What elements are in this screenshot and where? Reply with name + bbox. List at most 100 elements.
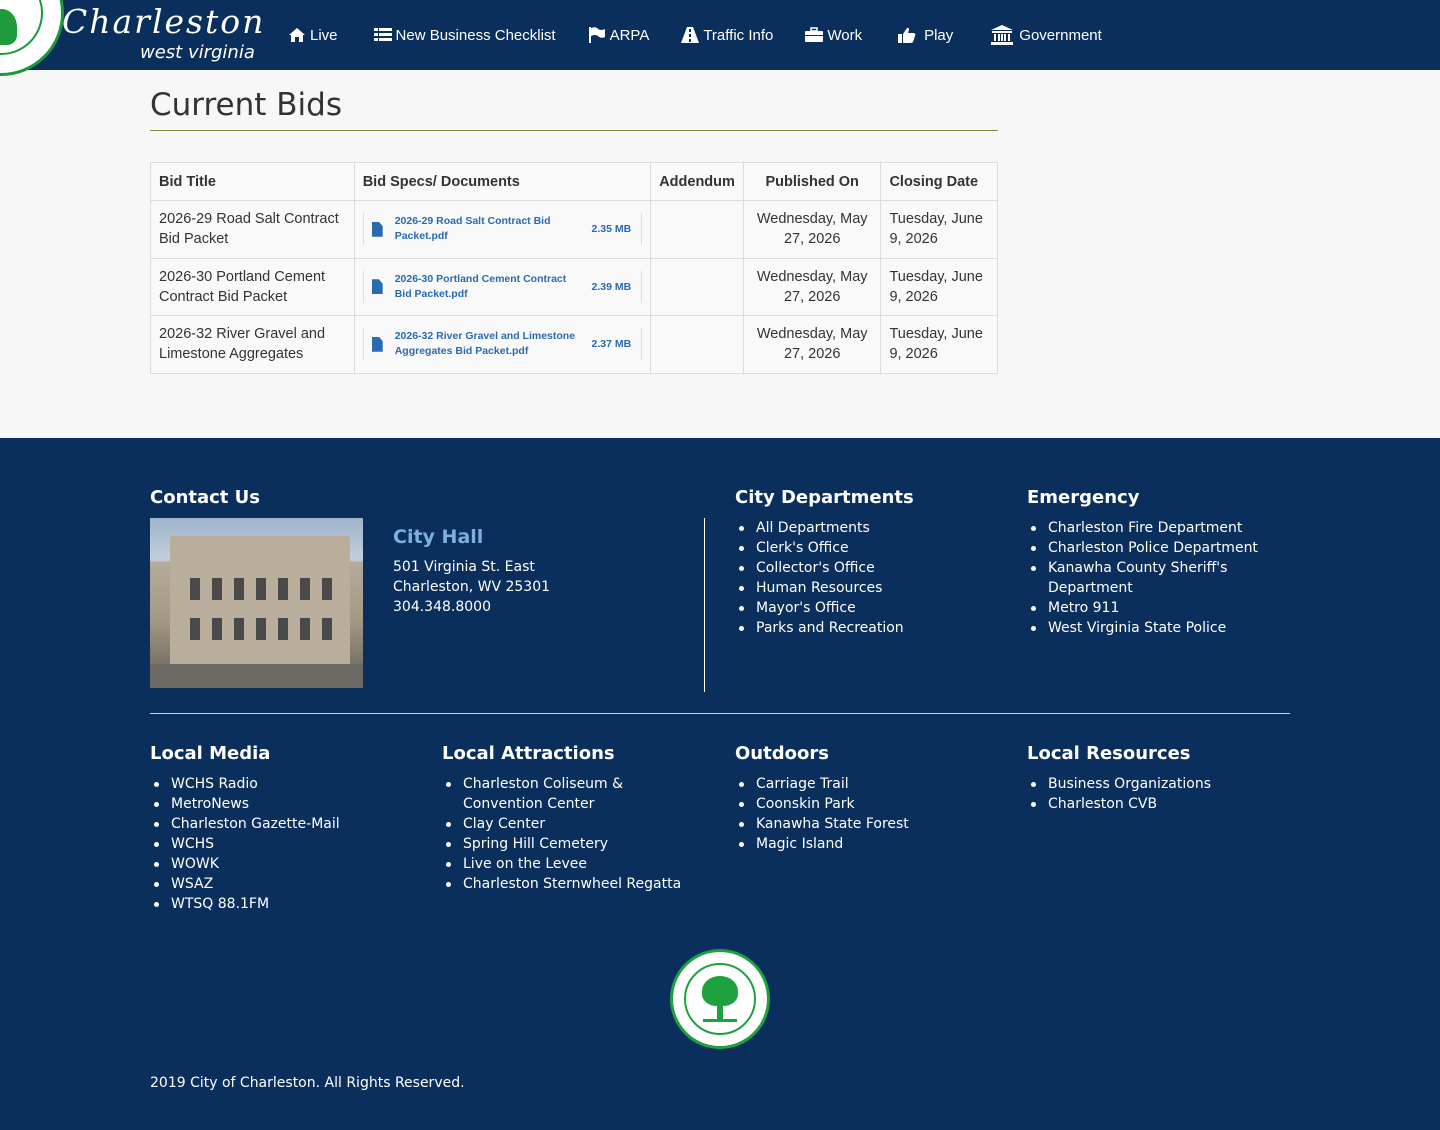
bid-title-cell: 2026-32 River Gravel and Limestone Aggre…: [150, 315, 355, 374]
window: [278, 578, 288, 600]
site-footer: Contact Us City Hall 501 Virginia St. Ea…: [0, 438, 1440, 1130]
list-item[interactable]: Kanawha State Forest: [735, 814, 909, 834]
horizontal-divider: [150, 713, 1290, 714]
list-item[interactable]: Mayor's Office: [735, 598, 904, 618]
main-nav: Live New Business Checklist ARPA Traffic…: [288, 0, 1102, 70]
window: [212, 618, 222, 640]
nav-item-live[interactable]: Live: [288, 0, 338, 70]
addendum-cell: [650, 315, 744, 374]
nav-label: ARPA: [609, 26, 650, 44]
local-media-heading: Local Media: [150, 743, 271, 764]
document-name[interactable]: 2026-32 River Gravel and Limestone Aggre…: [395, 329, 584, 359]
bid-title-cell: 2026-30 Portland Cement Contract Bid Pac…: [150, 257, 355, 316]
list-item[interactable]: WOWK: [150, 854, 340, 874]
closing-date-cell: Tuesday, June 9, 2026: [880, 200, 998, 259]
list-item[interactable]: WCHS Radio: [150, 774, 340, 794]
column-header-bid-specs: Bid Specs/ Documents: [353, 162, 652, 201]
nav-item-new-business-checklist[interactable]: New Business Checklist: [373, 0, 556, 70]
copyright-text: 2019 City of Charleston. All Rights Rese…: [150, 1075, 465, 1091]
document-link[interactable]: 2026-32 River Gravel and Limestone Aggre…: [362, 328, 643, 361]
list-item[interactable]: Live on the Levee: [442, 854, 704, 874]
outdoors-heading: Outdoors: [735, 743, 829, 764]
nav-label: Live: [310, 26, 338, 44]
local-resources-heading: Local Resources: [1027, 743, 1191, 764]
list-item[interactable]: Metro 911: [1027, 598, 1267, 618]
list-item[interactable]: Magic Island: [735, 834, 909, 854]
list-item[interactable]: MetroNews: [150, 794, 340, 814]
road-icon: [681, 27, 700, 43]
list-item[interactable]: WCHS: [150, 834, 340, 854]
window: [300, 578, 310, 600]
list-item[interactable]: Charleston Gazette-Mail: [150, 814, 340, 834]
city-hall-title[interactable]: City Hall: [393, 526, 483, 548]
file-icon: [371, 279, 383, 295]
nav-label: Traffic Info: [703, 26, 774, 44]
published-on-cell: Wednesday, May 27, 2026: [742, 315, 882, 374]
nav-label: Government: [1019, 26, 1102, 44]
document-link[interactable]: 2026-30 Portland Cement Contract Bid Pac…: [362, 270, 643, 303]
list-item[interactable]: Parks and Recreation: [735, 618, 904, 638]
briefcase-icon: [805, 27, 824, 43]
window: [190, 578, 200, 600]
list-item[interactable]: WSAZ: [150, 874, 340, 894]
file-icon: [371, 221, 383, 237]
nav-item-traffic-info[interactable]: Traffic Info: [681, 0, 773, 70]
local-attractions-list: Charleston Coliseum & Convention Center …: [442, 774, 704, 894]
institution-icon: [991, 25, 1014, 45]
nav-item-arpa[interactable]: ARPA: [588, 0, 650, 70]
nav-label: New Business Checklist: [395, 26, 556, 44]
list-item[interactable]: WTSQ 88.1FM: [150, 894, 340, 914]
window: [322, 618, 332, 640]
charleston-logo-seal[interactable]: [0, 0, 64, 76]
list-item[interactable]: Business Organizations: [1027, 774, 1211, 794]
list-item[interactable]: Charleston Coliseum & Convention Center: [442, 774, 704, 814]
published-on-cell: Wednesday, May 27, 2026: [742, 200, 882, 259]
closing-date-cell: Tuesday, June 9, 2026: [880, 257, 998, 316]
city-hall-address-line-2: Charleston, WV 25301: [393, 579, 551, 595]
document-size: 2.39 MB: [591, 280, 632, 293]
logo-subtitle[interactable]: west virginia: [140, 42, 255, 63]
window: [322, 578, 332, 600]
list-item[interactable]: Charleston Sternwheel Regatta: [442, 874, 704, 894]
table-row: 2026-32 River Gravel and Limestone Aggre…: [150, 315, 998, 374]
list-item[interactable]: Carriage Trail: [735, 774, 909, 794]
window: [256, 618, 266, 640]
list-item[interactable]: West Virginia State Police: [1027, 618, 1267, 638]
list-icon: [373, 27, 392, 43]
nav-item-play[interactable]: Play: [898, 0, 953, 70]
published-on-cell: Wednesday, May 27, 2026: [742, 257, 882, 316]
list-item[interactable]: Collector's Office: [735, 558, 904, 578]
flag-icon: [588, 27, 606, 43]
document-name[interactable]: 2026-30 Portland Cement Contract Bid Pac…: [395, 272, 584, 302]
logo-title[interactable]: Charleston: [62, 2, 265, 41]
document-size: 2.37 MB: [591, 338, 632, 351]
nav-item-government[interactable]: Government: [991, 0, 1102, 70]
document-name[interactable]: 2026-29 Road Salt Contract Bid Packet.pd…: [395, 214, 584, 244]
local-resources-list: Business Organizations Charleston CVB: [1027, 774, 1211, 814]
list-item[interactable]: All Departments: [735, 518, 904, 538]
document-size: 2.35 MB: [591, 223, 632, 236]
list-item[interactable]: Clay Center: [442, 814, 704, 834]
bid-documents-cell: 2026-30 Portland Cement Contract Bid Pac…: [353, 257, 652, 316]
list-item[interactable]: Human Resources: [735, 578, 904, 598]
list-item[interactable]: Charleston Police Department: [1027, 538, 1267, 558]
list-item[interactable]: Charleston CVB: [1027, 794, 1211, 814]
city-hall-photo: [150, 518, 363, 688]
window: [234, 578, 244, 600]
city-departments-heading: City Departments: [735, 487, 914, 508]
file-icon: [371, 336, 383, 352]
page-title: Current Bids: [150, 87, 342, 123]
window: [300, 618, 310, 640]
nav-item-work[interactable]: Work: [805, 0, 862, 70]
list-item[interactable]: Clerk's Office: [735, 538, 904, 558]
local-attractions-heading: Local Attractions: [442, 743, 615, 764]
tree-trunk: [717, 1004, 723, 1020]
list-item[interactable]: Coonskin Park: [735, 794, 909, 814]
list-item[interactable]: Kanawha County Sheriff's Department: [1027, 558, 1267, 598]
city-seal-logo[interactable]: [670, 949, 770, 1049]
document-link[interactable]: 2026-29 Road Salt Contract Bid Packet.pd…: [362, 213, 643, 246]
city-hall-phone[interactable]: 304.348.8000: [393, 599, 491, 615]
list-item[interactable]: Charleston Fire Department: [1027, 518, 1267, 538]
window: [190, 618, 200, 640]
list-item[interactable]: Spring Hill Cemetery: [442, 834, 704, 854]
